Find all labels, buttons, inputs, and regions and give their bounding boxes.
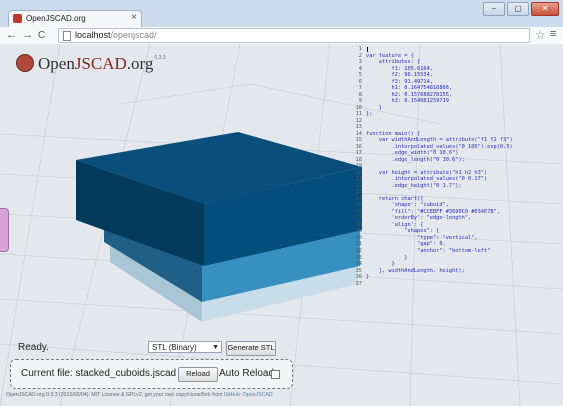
logo-emblem-icon xyxy=(16,54,34,72)
browser-tab[interactable]: OpenJSCAD.org × xyxy=(8,10,142,27)
browser-toolbar: ← → C localhost/openjscad/ ☆ ≡ xyxy=(0,27,563,44)
logo-prefix: Open xyxy=(38,54,75,73)
logo-version: 0.3.3 xyxy=(154,55,166,61)
url-host: localhost xyxy=(75,30,111,40)
tab-close-icon[interactable]: × xyxy=(131,12,137,23)
logo-text: OpenJSCAD.org xyxy=(38,54,153,74)
chevron-down-icon: ▼ xyxy=(212,344,219,351)
openjscad-logo[interactable]: OpenJSCAD.org 0.3.3 xyxy=(16,54,166,74)
current-file-label: Current file: stacked_cuboids.jscad xyxy=(21,368,177,379)
logo-highlight: JSCAD xyxy=(74,54,127,73)
footer: OpenJSCAD.org 0.3.3 (2015/02/04): MIT Li… xyxy=(6,392,273,398)
line-number: 37 xyxy=(355,280,362,287)
footer-text: OpenJSCAD.org 0.3.3 (2015/02/04): MIT Li… xyxy=(6,392,224,398)
tab-title: OpenJSCAD.org xyxy=(26,14,86,23)
file-panel: Current file: stacked_cuboids.jscad Relo… xyxy=(10,359,293,389)
minimize-button[interactable]: – xyxy=(483,2,505,16)
status-text: Ready. xyxy=(18,342,49,353)
reload-button[interactable]: Reload xyxy=(178,367,218,382)
browser-chrome: OpenJSCAD.org × – ▢ ✕ ← → C localhost/op… xyxy=(0,0,563,45)
reload-icon[interactable]: C xyxy=(38,30,45,41)
github-link[interactable]: GitHub: OpenJSCAD xyxy=(224,392,273,398)
address-bar[interactable]: localhost/openjscad/ xyxy=(58,28,530,43)
logo-suffix: .org xyxy=(126,54,154,73)
side-panel-toggle[interactable] xyxy=(0,208,9,252)
favicon-icon xyxy=(13,14,22,23)
menu-icon[interactable]: ≡ xyxy=(550,28,556,40)
url-text: localhost/openjscad/ xyxy=(75,30,157,40)
auto-reload-checkbox[interactable] xyxy=(271,370,280,379)
generate-stl-button[interactable]: Generate STL xyxy=(226,341,276,356)
page-icon xyxy=(63,31,71,41)
bookmark-star-icon[interactable]: ☆ xyxy=(535,28,546,42)
code-editor[interactable]: 1 2 var feature = {3 attributes: {4 f1: 10… xyxy=(344,46,563,342)
format-selected: STL (Binary) xyxy=(152,343,197,352)
code-line[interactable]: 37 xyxy=(344,281,563,288)
maximize-button[interactable]: ▢ xyxy=(507,2,529,16)
auto-reload-label: Auto Reload xyxy=(219,368,275,379)
format-select[interactable]: STL (Binary) ▼ xyxy=(148,341,222,353)
close-window-button[interactable]: ✕ xyxy=(531,2,559,16)
window-controls: – ▢ ✕ xyxy=(483,2,559,16)
url-path: /openjscad/ xyxy=(110,30,157,40)
forward-icon[interactable]: → xyxy=(22,29,33,41)
back-icon[interactable]: ← xyxy=(6,29,17,41)
render-viewport[interactable]: OpenJSCAD.org 0.3.3 1 2 var feature = {3 a… xyxy=(0,44,563,406)
